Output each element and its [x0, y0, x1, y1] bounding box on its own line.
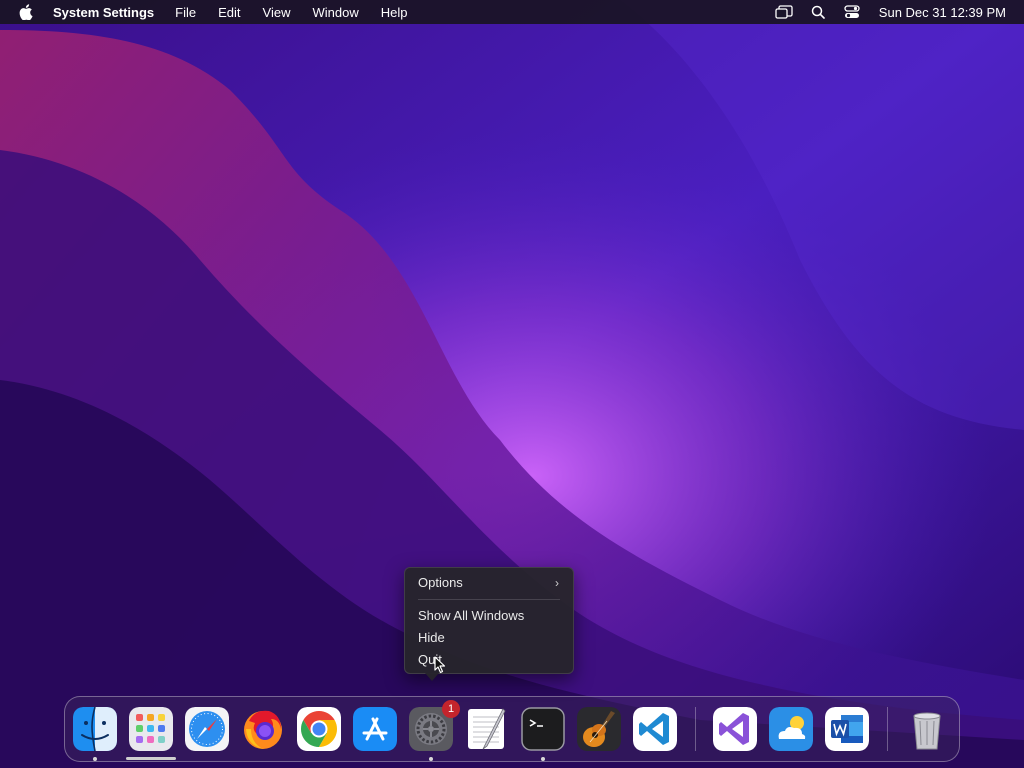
chevron-right-icon: ›: [555, 576, 559, 590]
control-center-icon[interactable]: [843, 5, 861, 19]
apple-menu-icon[interactable]: [19, 4, 35, 20]
terminal-icon[interactable]: [521, 707, 565, 751]
textedit-icon[interactable]: [465, 707, 509, 751]
menu-item-hide[interactable]: Hide: [418, 629, 445, 647]
running-indicator: [93, 757, 97, 761]
menu-file[interactable]: File: [175, 5, 196, 20]
garageband-icon[interactable]: [577, 707, 621, 751]
mouse-pointer-icon: [434, 656, 446, 674]
word-icon[interactable]: [825, 707, 869, 751]
running-indicator: [429, 757, 433, 761]
dock-context-menu: Options › Show All Windows Hide Quit: [404, 567, 574, 674]
weather-icon[interactable]: [769, 707, 813, 751]
vscode-icon[interactable]: [633, 707, 677, 751]
launchpad-indicator: [126, 757, 176, 760]
menu-item-options[interactable]: Options: [418, 574, 463, 592]
finder-icon[interactable]: [73, 707, 117, 751]
active-app-name[interactable]: System Settings: [53, 5, 154, 20]
menu-item-show-all-windows[interactable]: Show All Windows: [418, 607, 524, 625]
menu-edit[interactable]: Edit: [218, 5, 240, 20]
trash-icon[interactable]: [905, 707, 949, 751]
menu-bar-clock[interactable]: Sun Dec 31 12:39 PM: [879, 5, 1006, 20]
spotlight-search-icon[interactable]: [809, 5, 827, 19]
notification-badge: 1: [442, 700, 460, 718]
menu-window[interactable]: Window: [312, 5, 358, 20]
stage-manager-icon[interactable]: [775, 5, 793, 19]
dock: 1: [64, 696, 960, 762]
dock-divider: [887, 707, 888, 751]
dock-divider: [695, 707, 696, 751]
chrome-icon[interactable]: [297, 707, 341, 751]
firefox-icon[interactable]: [241, 707, 285, 751]
visual-studio-icon[interactable]: [713, 707, 757, 751]
app-store-icon[interactable]: [353, 707, 397, 751]
running-indicator: [541, 757, 545, 761]
launchpad-icon[interactable]: [129, 707, 173, 751]
menu-help[interactable]: Help: [381, 5, 408, 20]
menu-separator: [418, 599, 560, 600]
safari-icon[interactable]: [185, 707, 229, 751]
menu-bar-extras: Sun Dec 31 12:39 PM: [759, 0, 1006, 24]
menu-view[interactable]: View: [263, 5, 291, 20]
menu-bar: System Settings File Edit View Window He…: [0, 0, 1024, 24]
context-menu-pointer: [425, 673, 439, 681]
